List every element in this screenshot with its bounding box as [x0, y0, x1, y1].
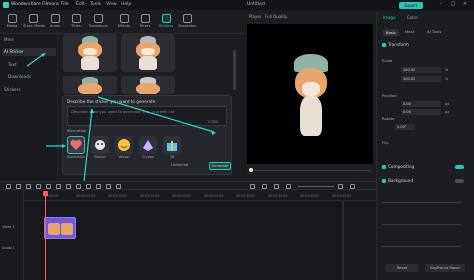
timeline-toolbar	[0, 181, 376, 190]
marker-icon[interactable]	[262, 184, 267, 189]
subtab-ai-tools[interactable]: AI Tools	[427, 29, 441, 34]
property-slider[interactable]	[382, 246, 462, 247]
arrow-to-ai-sticker	[26, 53, 45, 67]
cut-icon[interactable]	[46, 184, 51, 189]
ruler-tick: 00:00:05:00	[76, 194, 96, 198]
redo-icon[interactable]	[26, 184, 31, 189]
section-transform[interactable]: Transform	[382, 42, 409, 47]
timeline-tracks[interactable]	[24, 201, 376, 280]
ruler-tick: 00:00:40:00	[300, 194, 320, 198]
zoom-in-icon[interactable]	[338, 184, 343, 189]
track-headers: Video 1 Audio 1	[0, 191, 24, 280]
scale-x-unit: %	[445, 68, 449, 72]
mask-icon[interactable]	[106, 184, 111, 189]
ruler-tick: 00:00:30:00	[236, 194, 256, 198]
rotate-field[interactable]: 0.00°	[395, 124, 415, 130]
timeline-ruler[interactable]: 00:00:00 00:00:05:00 00:00:10:00 00:00:1…	[24, 191, 376, 201]
split-icon[interactable]	[6, 184, 11, 189]
ruler-tick: 00:00:20:00	[172, 194, 192, 198]
delete-icon[interactable]	[36, 184, 41, 189]
position-y-unit: px	[445, 110, 450, 114]
sticker-clip[interactable]	[44, 217, 76, 239]
track-video-1[interactable]: Video 1	[2, 225, 15, 229]
ruler-tick: 00:00:45:00	[332, 194, 352, 198]
ruler-tick: 00:00:25:00	[204, 194, 224, 198]
voiceover-icon[interactable]	[274, 184, 279, 189]
reset-button[interactable]: Reset	[385, 264, 419, 272]
video-preview[interactable]	[247, 24, 373, 164]
ai-tool-icon[interactable]	[116, 184, 121, 189]
flip-label: Flip	[382, 140, 389, 145]
ruler-tick: 00:00:15:00	[140, 194, 160, 198]
player-header: Player Full Quality	[245, 12, 375, 22]
scrubber-handle[interactable]	[249, 168, 253, 172]
track-audio-1[interactable]: Audio 1	[2, 246, 15, 250]
ruler-tick: 00:00:10:00	[108, 194, 128, 198]
playhead[interactable]	[45, 191, 46, 280]
position-x-field[interactable]: 0.00	[401, 101, 441, 107]
compositing-toggle[interactable]	[455, 165, 464, 169]
rotate-label: Rotate	[382, 116, 395, 121]
keyframe-panel-button[interactable]: Keyframe Panel	[425, 264, 465, 272]
section-compositing[interactable]: Compositing	[382, 164, 414, 169]
cat-sticker-preview	[285, 52, 337, 152]
color-icon[interactable]	[86, 184, 91, 189]
tab-color[interactable]: Color	[407, 15, 417, 20]
zoom-out-icon[interactable]	[286, 184, 291, 189]
quality-dropdown[interactable]: Full Quality	[265, 14, 287, 19]
position-x-unit: px	[445, 102, 450, 106]
subtab-mask[interactable]: Mask	[405, 29, 415, 34]
tab-image[interactable]: Image	[383, 15, 396, 20]
position-label: Position	[382, 93, 397, 98]
position-y-field[interactable]: 0.00	[401, 109, 441, 115]
zoom-slider[interactable]	[298, 186, 334, 187]
snap-icon[interactable]	[250, 184, 255, 189]
properties-panel: Image Color Basic Mask AI Tools Transfor…	[376, 12, 474, 280]
text-icon[interactable]	[66, 184, 71, 189]
speed-icon[interactable]	[76, 184, 81, 189]
playback-scrubber[interactable]	[249, 170, 371, 171]
subtab-basic[interactable]: Basic	[383, 29, 400, 36]
section-background[interactable]: Background	[382, 178, 413, 183]
scale-y-field[interactable]: 100.00	[401, 76, 441, 82]
scale-y-unit: %	[445, 77, 449, 81]
timeline-scrollbar[interactable]	[342, 200, 344, 280]
undo-icon[interactable]	[16, 184, 21, 189]
clip-thumbnail	[61, 223, 73, 235]
background-toggle[interactable]	[455, 179, 464, 183]
ruler-tick: 00:00:35:00	[268, 194, 288, 198]
playhead-handle[interactable]	[43, 191, 48, 196]
property-slider[interactable]	[382, 202, 462, 203]
player-panel: Player Full Quality ⏮ ▶ ■ ⛶	[245, 12, 375, 185]
grid-icon[interactable]	[350, 184, 355, 189]
audio-edit-icon[interactable]	[96, 184, 101, 189]
property-slider[interactable]	[382, 224, 462, 225]
clip-thumbnail	[48, 223, 60, 235]
scale-label: Scale	[382, 58, 393, 63]
crop-icon[interactable]	[56, 184, 61, 189]
arrow-to-generate	[97, 96, 215, 133]
player-label: Player	[249, 14, 262, 19]
scale-x-field[interactable]: 100.00	[401, 67, 441, 73]
